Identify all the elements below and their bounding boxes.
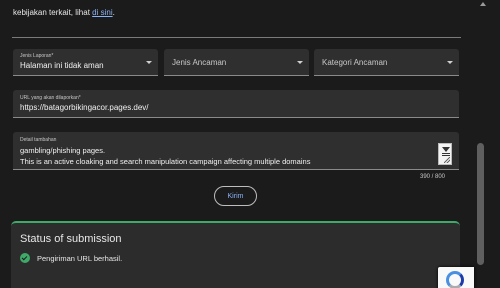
scroll-up-icon[interactable] — [480, 2, 486, 6]
report-type-select[interactable]: Jenis Laporan* Halaman ini tidak aman — [13, 49, 158, 76]
details-line-2: This is an active cloaking and search ma… — [20, 157, 311, 166]
report-type-value: Halaman ini tidak aman — [20, 61, 104, 70]
textarea-resize-icon[interactable] — [438, 143, 452, 165]
resize-grip-icon — [444, 157, 450, 163]
details-textarea[interactable]: Detail tambahan gambling/phishing pages.… — [13, 132, 459, 170]
policy-intro-suffix: . — [112, 8, 115, 17]
policy-intro: kebijakan terkait, lihat di sini. — [13, 8, 115, 17]
threat-type-placeholder: Jenis Ancaman — [172, 58, 227, 67]
check-circle-icon — [20, 253, 30, 263]
submission-status-card: Status of submission Pengiriman URL berh… — [11, 221, 460, 288]
policy-link[interactable]: di sini — [92, 8, 112, 17]
policy-intro-text: kebijakan terkait, lihat — [13, 8, 93, 17]
report-type-label: Jenis Laporan* — [20, 53, 54, 59]
report-form-panel: kebijakan terkait, lihat di sini. Jenis … — [0, 0, 475, 288]
character-counter: 390 / 800 — [420, 174, 446, 180]
chevron-down-icon — [146, 61, 152, 64]
threat-category-select[interactable]: Kategori Ancaman — [314, 49, 459, 76]
url-input[interactable]: URL yang akan dilaporkan* https://batago… — [13, 90, 459, 118]
chevron-down-icon — [297, 61, 303, 64]
submit-button[interactable]: Kirim — [214, 186, 257, 206]
recaptcha-icon — [446, 271, 464, 288]
arrow-down-icon — [442, 147, 450, 152]
url-input-label: URL yang akan dilaporkan* — [20, 95, 81, 101]
scrollbar-thumb[interactable] — [477, 143, 484, 265]
details-label: Detail tambahan — [20, 137, 57, 143]
recaptcha-badge[interactable] — [438, 267, 474, 288]
url-input-value: https://batagorbikingacor.pages.dev/ — [20, 103, 149, 112]
bar-line — [442, 153, 450, 154]
threat-category-placeholder: Kategori Ancaman — [322, 58, 388, 67]
status-title: Status of submission — [20, 233, 122, 245]
status-message: Pengiriman URL berhasil. — [37, 253, 123, 263]
divider — [12, 37, 461, 38]
details-line-1: gambling/phishing pages. — [20, 146, 106, 155]
chevron-down-icon — [447, 61, 453, 64]
bar-line — [442, 155, 450, 156]
threat-type-select[interactable]: Jenis Ancaman — [164, 49, 309, 76]
status-row: Pengiriman URL berhasil. — [20, 253, 122, 263]
